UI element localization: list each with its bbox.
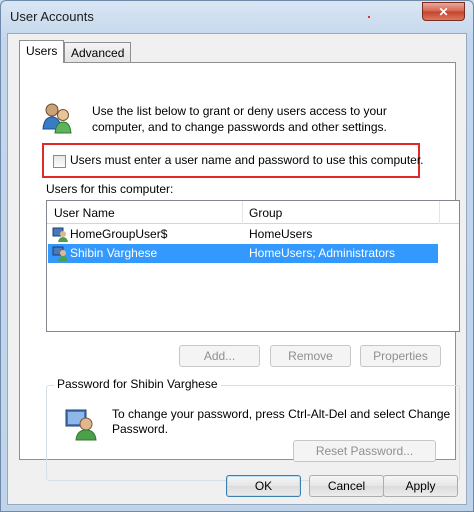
column-header-group[interactable]: Group — [249, 206, 282, 220]
tab-advanced-label: Advanced — [71, 46, 125, 60]
dialog-client-area: Users Advanced Use the list below to gra… — [7, 33, 467, 505]
user-password-icon — [65, 409, 97, 441]
reset-password-button[interactable]: Reset Password... — [293, 440, 436, 462]
column-divider[interactable] — [242, 201, 243, 224]
add-user-button[interactable]: Add... — [179, 345, 260, 367]
table-row[interactable]: HomeGroupUser$ HomeUsers — [48, 225, 438, 244]
apply-button[interactable]: Apply — [383, 475, 458, 497]
ok-button[interactable]: OK — [226, 475, 301, 497]
password-group-legend: Password for Shibin Varghese — [54, 377, 221, 391]
window-title: User Accounts — [10, 9, 94, 24]
tab-users[interactable]: Users — [19, 40, 65, 63]
user-icon — [52, 227, 68, 242]
title-bar-marker — [368, 16, 370, 18]
users-listview[interactable]: User Name Group HomeGroupUser$ HomeUsers — [46, 200, 460, 332]
properties-button[interactable]: Properties — [360, 345, 441, 367]
table-row-selected[interactable]: Shibin Varghese HomeUsers; Administrator… — [48, 244, 438, 263]
users-tab-panel: Use the list below to grant or deny user… — [19, 62, 460, 481]
cancel-button[interactable]: Cancel — [309, 475, 384, 497]
user-icon — [52, 246, 68, 261]
require-login-checkbox[interactable] — [53, 155, 66, 168]
users-icon — [42, 103, 72, 134]
close-icon: ✕ — [438, 4, 449, 19]
group-cell: HomeUsers — [249, 227, 313, 241]
user-name-cell: HomeGroupUser$ — [70, 227, 168, 241]
title-bar[interactable]: User Accounts ✕ — [1, 1, 473, 33]
remove-user-button[interactable]: Remove — [270, 345, 351, 367]
group-cell: HomeUsers; Administrators — [249, 246, 396, 260]
user-name-cell: Shibin Varghese — [70, 246, 158, 260]
require-login-highlight: Users must enter a user name and passwor… — [42, 143, 424, 178]
tab-users-label: Users — [26, 44, 58, 58]
column-header-user-name[interactable]: User Name — [54, 206, 115, 220]
listview-header: User Name Group — [47, 201, 459, 224]
password-instructions: To change your password, press Ctrl-Alt-… — [112, 407, 451, 436]
require-login-label[interactable]: Users must enter a user name and passwor… — [70, 153, 424, 167]
user-accounts-window: User Accounts ✕ Users Advanced Use the l… — [0, 0, 474, 512]
tab-advanced[interactable]: Advanced — [64, 42, 132, 63]
intro-text: Use the list below to grant or deny user… — [92, 104, 387, 134]
column-divider[interactable] — [439, 201, 440, 224]
users-list-label: Users for this computer: — [46, 182, 174, 196]
close-button[interactable]: ✕ — [422, 2, 465, 21]
